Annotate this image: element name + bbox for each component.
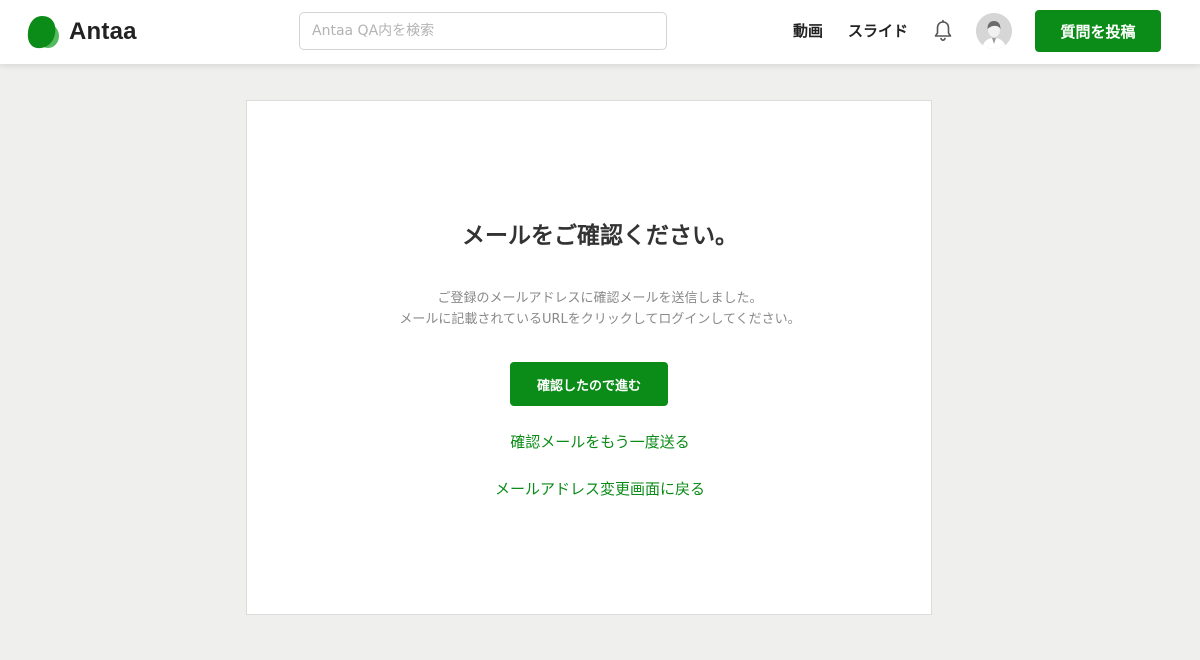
back-to-email-change-link[interactable]: メールアドレス変更画面に戻る bbox=[0, 478, 1200, 499]
logo-text: Antaa bbox=[69, 18, 137, 45]
resend-email-link[interactable]: 確認メールをもう一度送る bbox=[0, 431, 1200, 452]
nav-video-link[interactable]: 動画 bbox=[793, 20, 823, 41]
confirm-proceed-button[interactable]: 確認したので進む bbox=[510, 362, 668, 406]
search-input[interactable] bbox=[299, 12, 667, 50]
antaa-logo[interactable]: Antaa bbox=[26, 14, 137, 50]
post-question-button[interactable]: 質問を投稿 bbox=[1035, 10, 1161, 52]
bell-icon[interactable] bbox=[931, 19, 955, 43]
page-title: メールをご確認ください。 bbox=[462, 223, 738, 249]
description-line-2: メールに記載されているURLをクリックしてログインしてください。 bbox=[399, 312, 801, 327]
antaa-logo-icon bbox=[27, 16, 59, 49]
description-line-1: ご登録のメールアドレスに確認メールを送信しました。 bbox=[437, 291, 763, 306]
email-confirmation-card bbox=[246, 100, 932, 615]
nav-slides-link[interactable]: スライド bbox=[848, 20, 908, 41]
top-header: Antaa 動画 スライド 質問を投稿 bbox=[0, 0, 1200, 64]
user-avatar[interactable] bbox=[976, 13, 1012, 49]
